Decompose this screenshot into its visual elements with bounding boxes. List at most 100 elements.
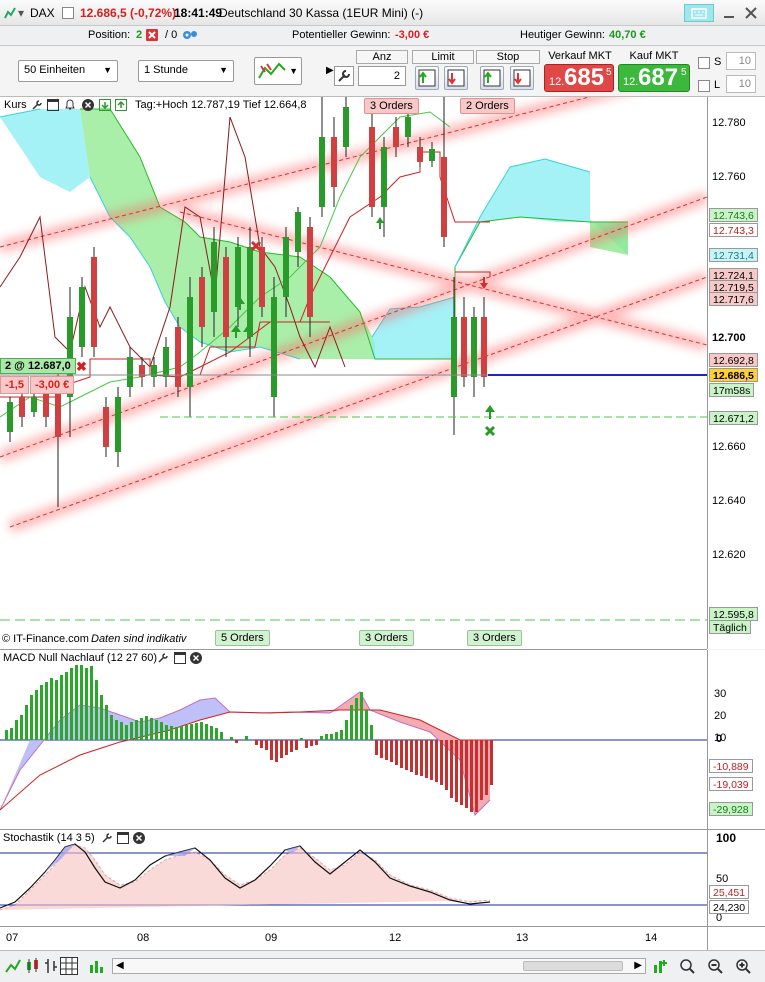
- close-position-icon[interactable]: [146, 29, 158, 41]
- stop-sell-icon: [513, 69, 531, 87]
- dropdown-arrow-icon[interactable]: ▾: [18, 6, 24, 20]
- copyright-text: © IT-Finance.com: [2, 633, 89, 645]
- y-tick: 0: [716, 733, 723, 745]
- stop-sell-button[interactable]: [510, 66, 534, 90]
- s-checkbox[interactable]: [698, 57, 710, 69]
- limit-buy-icon: [418, 69, 436, 87]
- limit-sell-button[interactable]: [444, 66, 468, 90]
- zoom-out-icon[interactable]: [706, 957, 724, 975]
- orders-tag[interactable]: 2 Orders: [460, 98, 515, 114]
- orders-tag[interactable]: 5 Orders: [215, 630, 270, 646]
- last-price-label: 12.686,5: [709, 368, 758, 382]
- keyboard-icon[interactable]: [684, 4, 714, 22]
- wrench-icon[interactable]: [101, 832, 113, 844]
- time-scrollbar[interactable]: ◀ ▶: [112, 958, 646, 974]
- bottom-toolbar: ◀ ▶: [0, 950, 765, 982]
- anz-input[interactable]: 2: [358, 66, 406, 86]
- stochastic-value-label: 24,230: [709, 900, 750, 914]
- orders-tag[interactable]: 3 Orders: [364, 98, 419, 114]
- close-icon[interactable]: [742, 4, 760, 22]
- chart-line-icon[interactable]: [4, 957, 22, 975]
- chart-type-button[interactable]: ▼: [254, 57, 302, 85]
- stochastic-axis[interactable]: 100 50 0 25,451 24,230: [707, 830, 765, 926]
- orders-tag[interactable]: 3 Orders: [467, 630, 522, 646]
- units-select-value: 50 Einheiten: [24, 64, 86, 76]
- x-tick: 09: [265, 932, 278, 944]
- y-tick: 12.780: [712, 117, 746, 129]
- toolbar-expand-icon[interactable]: ▶: [326, 65, 334, 76]
- l-input[interactable]: 10: [726, 75, 756, 93]
- stop-buy-button[interactable]: [480, 66, 504, 90]
- y-tick: 12.660: [712, 441, 746, 453]
- wrench-icon: [338, 70, 350, 82]
- anz-label: Anz: [356, 50, 408, 64]
- stochastic-value-label: 25,451: [709, 885, 750, 899]
- entry-x-icon: [484, 425, 496, 437]
- move-up-icon[interactable]: [115, 99, 127, 111]
- remove-panel-icon[interactable]: [133, 832, 145, 844]
- stop-buy-icon: [483, 69, 501, 87]
- limit-buy-button[interactable]: [415, 66, 439, 90]
- wrench-button[interactable]: [334, 66, 354, 86]
- scroll-left-icon[interactable]: ◀: [116, 960, 124, 971]
- grid-icon[interactable]: [60, 957, 78, 975]
- scroll-right-icon[interactable]: ▶: [634, 960, 642, 971]
- x-tick: 08: [137, 932, 150, 944]
- s-input[interactable]: 10: [726, 52, 756, 70]
- move-down-icon[interactable]: [99, 99, 111, 111]
- interval-select[interactable]: 1 Stunde ▼: [138, 60, 234, 82]
- macd-axis[interactable]: 30 20 10 0 -10,889 -19,039 -29,928: [707, 650, 765, 830]
- buy-mkt-label: Kauf MKT: [629, 50, 679, 62]
- stop-label: Stop: [476, 50, 540, 64]
- macd-panel[interactable]: MACD Null Nachlauf (12 27 60): [0, 650, 707, 830]
- minimize-icon[interactable]: [720, 4, 738, 22]
- l-checkbox[interactable]: [698, 80, 710, 92]
- orders-tag[interactable]: 3 Orders: [359, 630, 414, 646]
- chevron-down-icon: ▼: [219, 65, 228, 75]
- remove-panel-icon[interactable]: [82, 99, 94, 111]
- interval-select-value: 1 Stunde: [144, 64, 189, 76]
- limit-label: Limit: [412, 50, 474, 64]
- buy-mkt-button[interactable]: 12. 687 5: [618, 64, 690, 92]
- window-icon[interactable]: [174, 652, 186, 664]
- add-indicator-icon[interactable]: [652, 957, 670, 975]
- y-tick: 12.700: [712, 332, 746, 344]
- bell-icon[interactable]: [64, 99, 76, 111]
- price-chart[interactable]: Kurs Tag:+Hoch 12.787,19 Tief 12.664,8 3…: [0, 97, 707, 649]
- daily-text-label: Täglich: [709, 620, 751, 634]
- price-label: 12.692,8: [709, 353, 758, 367]
- wrench-icon[interactable]: [31, 99, 43, 111]
- candle-type-icon[interactable]: [24, 957, 42, 975]
- pnl-points: -1,5: [0, 376, 29, 394]
- price-axis[interactable]: 12.780 12.760 12.700 12.660 12.640 12.62…: [707, 97, 765, 649]
- wrench-icon[interactable]: [157, 652, 169, 664]
- price-change: 12.686,5 (-0,72%): [80, 6, 177, 20]
- zoom-fit-icon[interactable]: [678, 957, 696, 975]
- y-tick: 50: [716, 873, 729, 885]
- time-axis[interactable]: 07 08 09 12 13 14: [0, 926, 707, 950]
- y-tick: 12.760: [712, 171, 746, 183]
- histogram-icon[interactable]: [88, 957, 106, 975]
- position-label: Position:: [88, 29, 131, 41]
- window-icon[interactable]: [47, 99, 59, 111]
- window-icon[interactable]: [117, 832, 129, 844]
- symbol-checkbox[interactable]: [62, 7, 74, 19]
- title-bar: ▾ DAX 12.686,5 (-0,72%) 18:41:49 Deutsch…: [0, 0, 765, 26]
- gears-icon[interactable]: [182, 29, 198, 41]
- price-label: 12.743,6: [709, 208, 758, 222]
- remove-panel-icon[interactable]: [190, 652, 202, 664]
- sell-price-sup: 5: [606, 67, 612, 78]
- position-tag[interactable]: 2 @ 12.687,0: [0, 358, 76, 374]
- stochastic-canvas: [0, 843, 707, 911]
- units-select[interactable]: 50 Einheiten ▼: [18, 60, 118, 82]
- stochastic-panel[interactable]: Stochastik (14 3 5): [0, 830, 707, 926]
- bar-type-icon[interactable]: [44, 957, 58, 975]
- price-label: 12.671,2: [709, 411, 758, 425]
- chevron-down-icon: ▼: [103, 65, 112, 75]
- macd-value-label: -10,889: [709, 759, 753, 773]
- scrollbar-thumb[interactable]: [523, 961, 623, 971]
- today-gain-label: Heutiger Gewinn:: [520, 29, 605, 41]
- sell-mkt-button[interactable]: 12. 685 5: [544, 64, 614, 92]
- zoom-in-icon[interactable]: [734, 957, 752, 975]
- position-close-icon[interactable]: ✖: [76, 359, 87, 375]
